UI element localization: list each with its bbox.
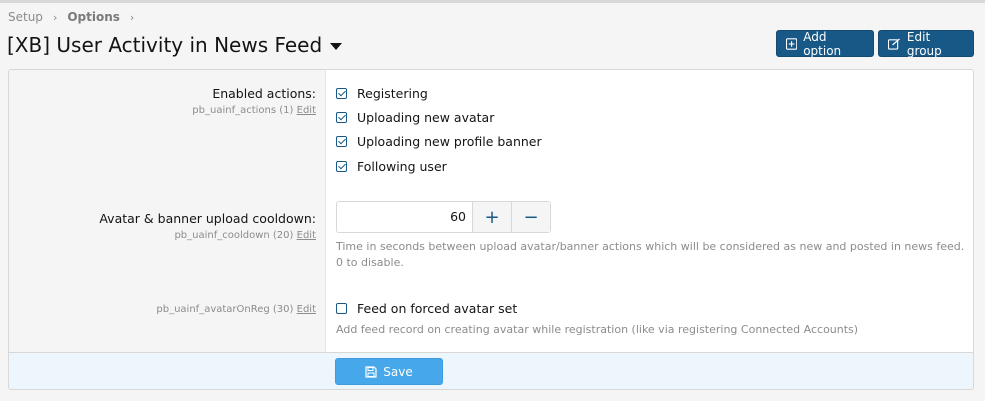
actions-meta: pb_uainf_actions (1) Edit [9, 105, 316, 116]
checkbox-box[interactable] [336, 303, 347, 314]
form-footer: Save [9, 352, 973, 389]
actions-option-id: pb_uainf_actions (1) [192, 105, 294, 116]
actions-edit-link[interactable]: Edit [297, 105, 316, 116]
checkbox-box[interactable] [336, 88, 347, 99]
increment-button[interactable]: + [472, 202, 511, 232]
avatar-on-reg-option-id: pb_uainf_avatarOnReg (30) [156, 304, 294, 315]
cooldown-explain: Time in seconds between upload avatar/ba… [336, 240, 965, 269]
checkbox-feed-forced-avatar[interactable]: Feed on forced avatar set [336, 301, 517, 316]
cooldown-label: Avatar & banner upload cooldown: [99, 211, 316, 226]
checkbox-box[interactable] [336, 112, 347, 123]
add-option-button[interactable]: Add option [776, 29, 874, 58]
decrement-button[interactable]: − [511, 202, 550, 232]
checkbox-label: Following user [357, 159, 447, 174]
cooldown-option-id: pb_uainf_cooldown (20) [174, 230, 294, 241]
save-label: Save [383, 364, 413, 379]
save-button[interactable]: Save [335, 358, 443, 385]
plus-square-icon [786, 37, 798, 50]
edit-group-button[interactable]: Edit group [878, 29, 974, 58]
breadcrumb-setup[interactable]: Setup [8, 10, 43, 24]
checkbox-label: Registering [357, 86, 428, 101]
checkbox-label: Uploading new avatar [357, 110, 495, 125]
actions-label: Enabled actions: [212, 86, 316, 101]
checkbox-uploading-avatar[interactable]: Uploading new avatar [336, 110, 494, 125]
cooldown-number-input[interactable]: 60 + − [336, 201, 551, 233]
title-row: [XB] User Activity in News Feed [7, 33, 343, 57]
avatar-on-reg-edit-link[interactable]: Edit [297, 304, 316, 315]
checkbox-uploading-banner[interactable]: Uploading new profile banner [336, 134, 542, 149]
edit-icon [888, 37, 900, 50]
caret-down-icon[interactable] [330, 42, 343, 50]
save-icon [365, 365, 377, 378]
actions-label-group: Enabled actions: pb_uainf_actions (1) Ed… [9, 86, 316, 116]
checkbox-box[interactable] [336, 136, 347, 147]
add-option-label: Add option [803, 29, 842, 58]
avatar-on-reg-explain: Add feed record on creating avatar while… [336, 323, 859, 336]
chevron-right-icon: › [52, 10, 58, 24]
chevron-right-icon: › [129, 10, 135, 24]
checkbox-registering[interactable]: Registering [336, 86, 428, 101]
checkbox-box[interactable] [336, 161, 347, 172]
breadcrumb-options[interactable]: Options [67, 10, 120, 24]
cooldown-edit-link[interactable]: Edit [297, 230, 316, 241]
checkbox-following-user[interactable]: Following user [336, 159, 447, 174]
edit-group-label: Edit group [906, 29, 942, 58]
cooldown-meta: pb_uainf_cooldown (20) Edit [9, 230, 316, 241]
page-title: [XB] User Activity in News Feed [7, 33, 323, 57]
checkbox-label: Feed on forced avatar set [357, 301, 518, 316]
top-border [0, 0, 985, 3]
avatar-on-reg-meta: pb_uainf_avatarOnReg (30) Edit [9, 304, 316, 315]
checkbox-label: Uploading new profile banner [357, 134, 542, 149]
avatar-on-reg-label-group: pb_uainf_avatarOnReg (30) Edit [9, 300, 316, 315]
options-form: Enabled actions: pb_uainf_actions (1) Ed… [8, 69, 974, 390]
cooldown-label-group: Avatar & banner upload cooldown: pb_uain… [9, 211, 316, 241]
breadcrumb: Setup › Options › [8, 10, 144, 24]
cooldown-value[interactable]: 60 [337, 202, 472, 232]
